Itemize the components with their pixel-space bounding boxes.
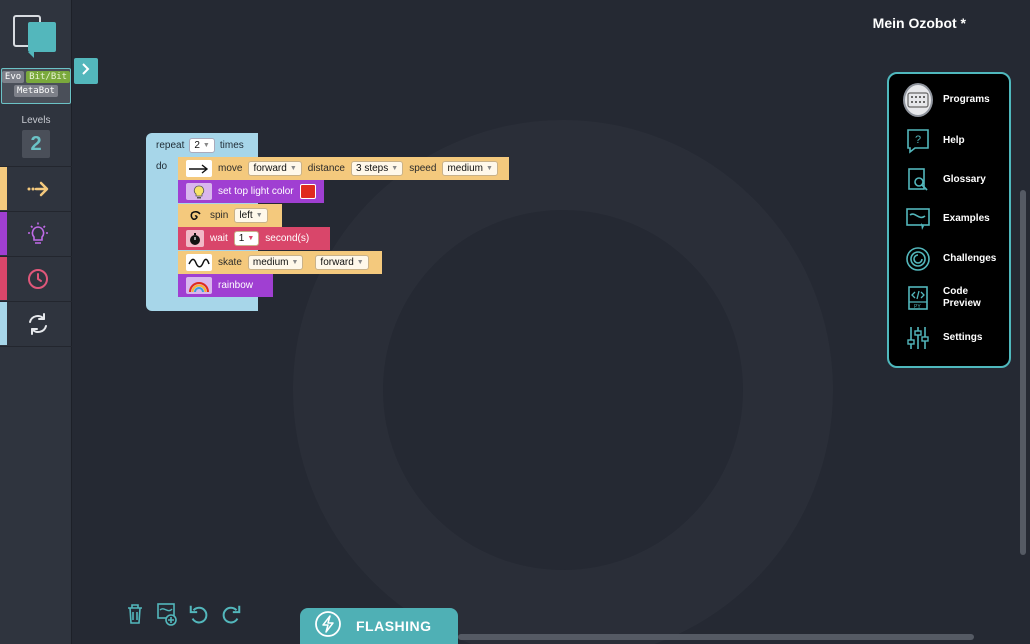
refresh-icon <box>26 312 50 336</box>
wait-unit: second(s) <box>265 233 310 244</box>
menu-label-challenges: Challenges <box>943 253 997 264</box>
category-light-effects[interactable] <box>0 211 72 255</box>
chevron-down-icon: ▼ <box>356 259 364 266</box>
svg-text:?: ? <box>915 134 921 146</box>
robot-bit-option[interactable]: Bit/Bit <box>26 71 71 83</box>
category-color-bar <box>0 212 7 255</box>
stopwatch-icon <box>186 230 204 247</box>
program-title: Mein Ozobot * <box>872 15 966 31</box>
menu-label-glossary: Glossary <box>943 174 986 185</box>
map-path-icon <box>903 204 933 234</box>
menu-item-glossary[interactable]: Glossary <box>903 165 1009 195</box>
light-bulb-icon <box>26 222 50 246</box>
spin-block[interactable]: spin left ▼ <box>178 204 282 227</box>
move-speed-dropdown[interactable]: medium ▼ <box>442 161 498 176</box>
speed-label: speed <box>409 163 437 174</box>
category-color-bar <box>0 257 7 300</box>
lightning-icon <box>314 610 342 643</box>
robot-metabot-option[interactable]: MetaBot <box>14 85 58 97</box>
rainbow-label: rainbow <box>218 280 254 291</box>
skate-speed-dropdown[interactable]: medium ▼ <box>247 255 304 270</box>
top-light-label: set top light color <box>218 186 294 197</box>
skate-label: skate <box>218 257 242 268</box>
app-logo-icon[interactable] <box>12 14 60 58</box>
menu-item-examples[interactable]: Examples <box>903 204 1009 234</box>
skate-block[interactable]: skate medium ▼ forward ▼ <box>178 251 382 274</box>
move-direction-dropdown[interactable]: forward ▼ <box>248 161 302 176</box>
spiral-icon <box>186 207 204 224</box>
repeat-header: repeat 2 ▼ times <box>156 138 244 153</box>
left-sidebar: Evo Bit/Bit MetaBot Levels 2 <box>0 0 72 644</box>
top-light-block[interactable]: set top light color <box>178 180 324 203</box>
redo-icon[interactable] <box>220 602 242 626</box>
flash-button-label: FLASHING <box>356 618 432 634</box>
menu-item-help[interactable]: ? Help <box>903 126 1009 156</box>
level-selector[interactable]: 2 <box>22 130 50 158</box>
category-loops[interactable] <box>0 301 72 345</box>
wait-block[interactable]: wait 1 ▼ second(s) <box>178 227 330 250</box>
book-search-icon <box>903 165 933 195</box>
chevron-down-icon: ▼ <box>291 259 299 266</box>
flash-button[interactable]: FLASHING <box>300 608 458 644</box>
levels-label: Levels <box>21 115 51 126</box>
menu-item-code-preview[interactable]: PY Code Preview <box>903 283 1009 313</box>
menu-item-challenges[interactable]: Challenges <box>903 244 1009 274</box>
light-bulb-icon <box>186 183 212 200</box>
code-file-icon: PY <box>903 283 933 313</box>
vertical-scrollbar[interactable] <box>1020 190 1026 555</box>
do-label: do <box>156 161 168 172</box>
horizontal-scrollbar[interactable] <box>458 634 974 640</box>
trash-icon[interactable] <box>124 602 146 626</box>
arrow-right-icon <box>26 177 50 201</box>
repeat-count-field[interactable]: 2 ▼ <box>189 138 215 153</box>
move-distance-dropdown[interactable]: 3 steps ▼ <box>351 161 404 176</box>
bottom-toolbar <box>124 602 242 626</box>
spin-label: spin <box>210 210 229 221</box>
skate-direction-dropdown[interactable]: forward ▼ <box>315 255 369 270</box>
chevron-down-icon: ▼ <box>202 142 210 149</box>
repeat-label: repeat <box>156 140 185 151</box>
chevron-down-icon: ▼ <box>255 212 263 219</box>
menu-label-settings: Settings <box>943 332 983 343</box>
spin-direction-dropdown[interactable]: left ▼ <box>234 208 268 223</box>
category-movement[interactable] <box>0 166 72 210</box>
wait-label: wait <box>210 233 228 244</box>
svg-text:PY: PY <box>914 304 921 310</box>
menu-label-programs: Programs <box>943 94 990 105</box>
chevron-down-icon: ▼ <box>247 235 255 242</box>
menu-item-settings[interactable]: Settings <box>903 323 1009 353</box>
menu-item-programs[interactable]: Programs <box>903 83 1009 117</box>
move-label: move <box>218 163 243 174</box>
add-map-icon[interactable] <box>156 602 178 626</box>
target-icon <box>903 244 933 274</box>
category-timing[interactable] <box>0 256 72 300</box>
menu-label-help: Help <box>943 135 965 146</box>
category-color-bar <box>0 167 7 210</box>
sliders-icon <box>903 323 933 353</box>
move-block[interactable]: move forward ▼ distance 3 steps ▼ speed me… <box>178 157 509 180</box>
wait-duration-field[interactable]: 1 ▼ <box>233 231 260 246</box>
menu-label-code-preview: Code Preview <box>943 286 981 309</box>
chevron-down-icon: ▼ <box>486 165 493 172</box>
undo-icon[interactable] <box>188 602 210 626</box>
robot-evo-option[interactable]: Evo <box>1 71 25 83</box>
rainbow-block[interactable]: rainbow <box>178 274 273 297</box>
main-menu-panel: Programs ? Help Glossary Examples Challe… <box>887 72 1011 368</box>
robot-selector[interactable]: Evo Bit/Bit MetaBot <box>1 68 71 104</box>
ozobot-watermark <box>293 120 833 644</box>
wave-icon <box>186 254 212 271</box>
category-divider <box>0 346 72 347</box>
question-mark-icon: ? <box>903 126 933 156</box>
robot-face-icon <box>903 83 933 117</box>
clock-icon <box>26 267 50 291</box>
arrow-right-icon <box>186 160 212 177</box>
repeat-suffix: times <box>219 140 244 151</box>
chevron-down-icon: ▼ <box>289 165 297 172</box>
chevron-down-icon: ▼ <box>391 165 399 172</box>
menu-label-examples: Examples <box>943 213 990 224</box>
rainbow-icon <box>186 277 212 294</box>
distance-label: distance <box>307 163 345 174</box>
category-color-bar <box>0 302 7 345</box>
light-color-swatch[interactable] <box>299 184 316 199</box>
